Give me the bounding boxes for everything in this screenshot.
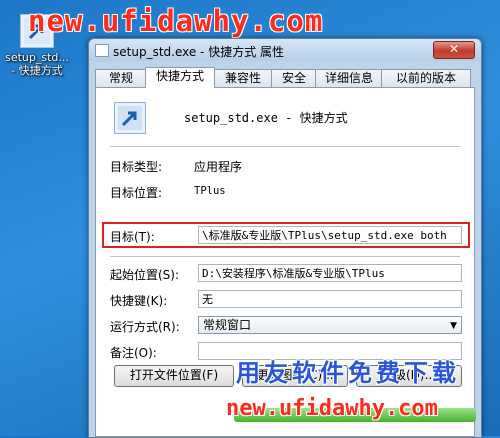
target-input[interactable]: \标准版&专业版\TPlus\setup_std.exe both [198, 226, 462, 244]
close-button[interactable]: ✕ [433, 41, 475, 59]
run-select-value: 常规窗口 [203, 318, 252, 332]
open-file-location-button[interactable]: 打开文件位置(F) [114, 365, 234, 387]
tab-security[interactable]: 安全 [271, 69, 317, 87]
start-in-input[interactable]: D:\安装程序\标准版&专业版\TPlus [198, 264, 462, 282]
watermark-top-url: new.ufidawhy.com [28, 4, 324, 38]
window-app-icon [95, 44, 109, 57]
shortcut-name: setup_std.exe - 快捷方式 [184, 111, 348, 125]
comment-label: 备注(O): [110, 346, 157, 360]
target-type-value: 应用程序 [194, 160, 243, 174]
chevron-down-icon: ▼ [450, 321, 457, 331]
tab-shortcut[interactable]: 快捷方式 [145, 67, 215, 88]
start-in-label: 起始位置(S): [110, 268, 180, 282]
tab-previous-versions[interactable]: 以前的版本 [381, 69, 471, 87]
target-location-label: 目标位置: [110, 186, 163, 200]
tab-compatibility[interactable]: 兼容性 [213, 69, 273, 87]
hotkey-label: 快捷键(K): [110, 294, 168, 308]
hotkey-input[interactable]: 无 [198, 290, 462, 308]
watermark-bottom-url: new.ufidawhy.com [226, 396, 438, 421]
target-label: 目标(T): [110, 230, 155, 244]
tab-general[interactable]: 常规 [95, 69, 147, 87]
desktop-shortcut-label-line1: setup_std... [5, 51, 69, 64]
desktop-shortcut-label-line2: - 快捷方式 [11, 64, 63, 77]
run-select[interactable]: 常规窗口 ▼ [198, 316, 462, 334]
divider [110, 256, 460, 257]
target-type-label: 目标类型: [110, 160, 163, 174]
divider [110, 146, 460, 147]
window-title: setup_std.exe - 快捷方式 属性 [113, 45, 285, 59]
target-location-value: TPlus [194, 185, 226, 197]
tab-details[interactable]: 详细信息 [315, 69, 383, 87]
close-icon: ✕ [448, 42, 460, 56]
run-label: 运行方式(R): [110, 320, 180, 334]
tab-bar: 常规 快捷方式 兼容性 安全 详细信息 以前的版本 [95, 67, 475, 88]
shortcut-large-icon [114, 102, 146, 134]
watermark-slogan: 用友软件免费下载 [236, 359, 460, 387]
window-titlebar[interactable]: setup_std.exe - 快捷方式 属性 ✕ [89, 39, 481, 61]
